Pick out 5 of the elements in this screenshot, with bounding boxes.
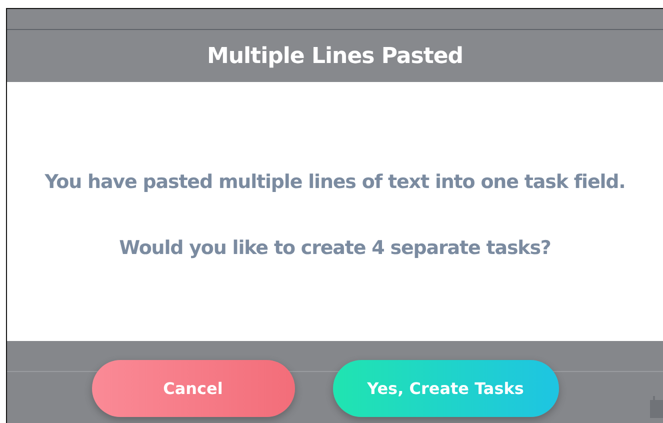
dialog-title: Multiple Lines Pasted	[206, 42, 464, 70]
dialog-message: Would you like to create 4 separate tasks?	[119, 236, 551, 258]
cancel-button[interactable]: Cancel	[92, 360, 294, 417]
confirm-button[interactable]: Yes, Create Tasks	[332, 360, 558, 417]
dialog-message: You have pasted multiple lines of text into one task field.	[44, 170, 626, 192]
